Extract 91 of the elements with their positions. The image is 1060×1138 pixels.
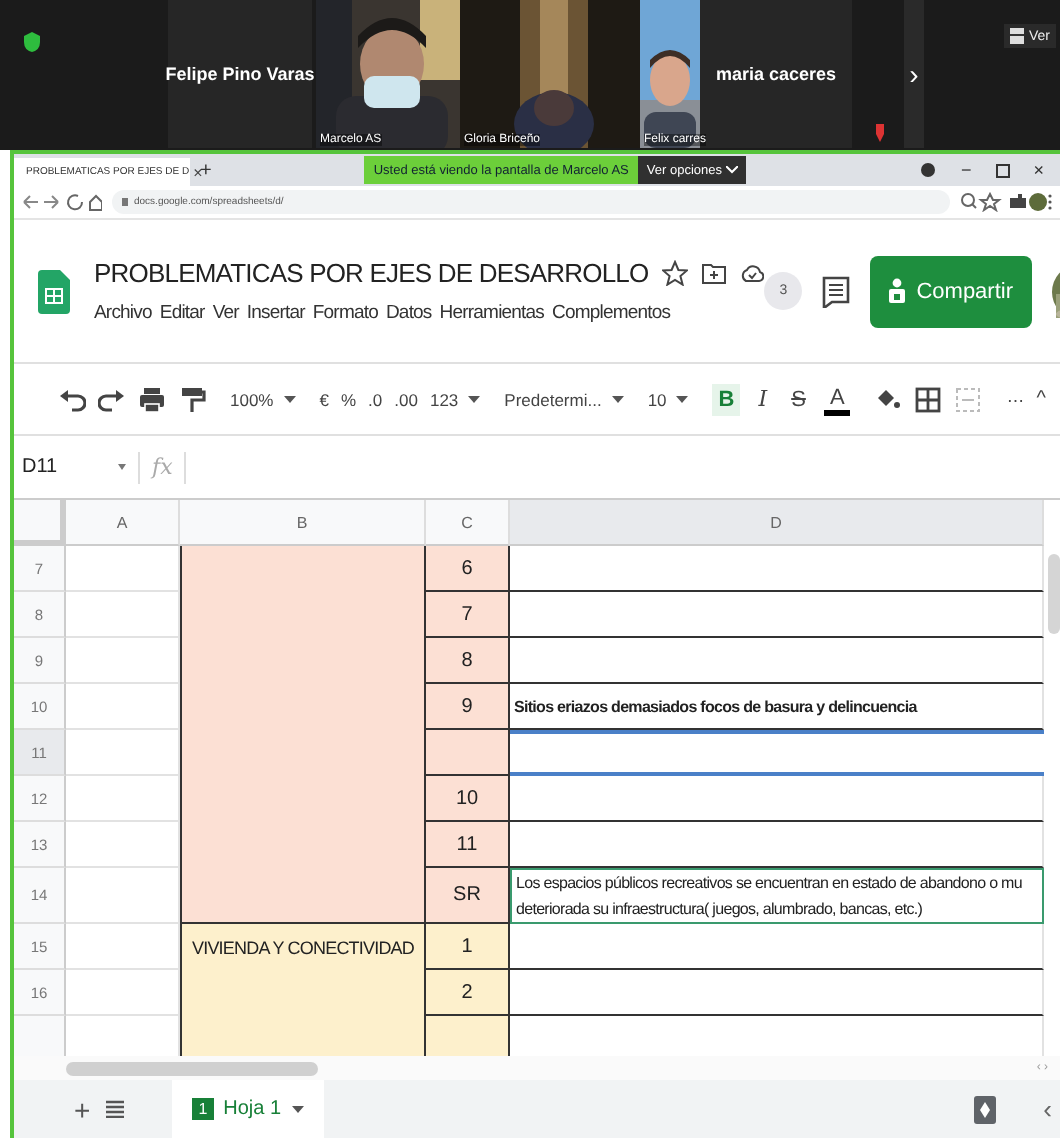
minimize-button[interactable]: − [960,160,972,180]
browser-extension-icons-drawing[interactable] [960,192,1052,212]
document-title[interactable]: PROBLEMATICAS POR EJES DE DESARROLLO [94,258,649,288]
format-button[interactable]: I [752,382,774,416]
merge-cells-icon[interactable] [954,385,983,413]
menu-item[interactable]: Complementos [552,302,671,324]
column-header[interactable]: B [180,500,426,546]
table-cell[interactable]: 8 [426,638,510,684]
menu-item[interactable]: Editar [159,302,205,324]
lock-icon [122,198,128,206]
paint-bucket-icon[interactable] [874,385,903,413]
chevron-down-icon [726,166,738,174]
format-button[interactable]: A [823,382,851,416]
table-cell[interactable] [426,730,510,776]
person-lock-icon [888,278,907,304]
toolbar-button[interactable]: ⋯ [1006,389,1025,409]
scrollbar[interactable] [1048,554,1060,634]
muted-mic-icon [874,124,886,142]
collapse-button[interactable]: ^ [1036,388,1046,410]
participant-name: Felipe Pino Varas [165,64,315,84]
explore-icon[interactable] [973,1095,996,1123]
navigation-icons-drawing[interactable] [22,192,102,212]
table-cell[interactable]: 1 [426,924,510,970]
selected-cell[interactable] [510,730,1044,776]
borders-icon[interactable] [914,385,943,413]
formula-icon: fx [140,454,185,480]
comment-icon[interactable] [822,275,851,307]
caret-icon [611,395,624,403]
table-cell[interactable]: 10 [426,776,510,822]
scrollbar[interactable] [66,1061,318,1075]
menu-item[interactable]: Insertar [246,302,305,324]
sheets-logo[interactable] [38,269,70,313]
table-cell-text: Los espacios públicos recreativos se encuentran en estado de abandono o mu [516,872,1024,896]
table-cell[interactable]: Sitios eriazos demasiados focos de basura y delincuencia [510,684,1044,730]
table-cell[interactable]: 11 [426,822,510,868]
star-icon[interactable] [662,260,689,286]
table-cell[interactable]: 9 [426,684,510,730]
close-button[interactable]: × [1033,160,1044,180]
toolbar-button[interactable]: % [340,389,357,409]
toolbar-button[interactable]: € [319,389,329,409]
toolbar-dropdown[interactable]: 123 [429,389,481,409]
sheet-tab[interactable]: 1 Hoja 1 [172,1080,324,1138]
table-cell[interactable]: 7 [426,592,510,638]
format-button[interactable]: B [712,383,741,415]
caret-icon [468,395,481,403]
shield-icon [24,32,40,52]
paint-roller-icon[interactable] [178,385,206,413]
caret-icon [283,395,296,403]
share-button[interactable]: Compartir [870,255,1032,327]
menu-item[interactable]: Archivo [94,302,152,324]
table-cell[interactable]: 2 [426,970,510,1016]
column-header[interactable]: A [66,500,180,546]
table-cell[interactable]: Los espacios públicos recreativos se encuentran en estado de abandono o mu deteriorada su infraestructura( juegos, alumbrado, bancas, etc.) [510,868,1044,924]
folder-icon[interactable] [702,262,727,284]
sheet-list-icon[interactable] [106,1100,125,1118]
undo-icon[interactable] [58,385,86,413]
table-cell-text: Sitios eriazos demasiados focos de basura y delincuencia [514,695,920,719]
cloud-check-icon [740,262,765,284]
caret-icon [118,464,126,470]
format-button[interactable]: S [785,383,812,415]
menu-item[interactable]: Formato [312,302,378,324]
record-icon [920,162,937,178]
menu-item[interactable]: Herramientas [439,302,545,324]
name-box[interactable]: D11 [14,456,138,478]
caret-icon [676,395,689,403]
toolbar-dropdown[interactable]: Predetermi... [504,389,624,409]
toolbar-button[interactable]: .0 [368,389,383,409]
merged-cell[interactable] [180,546,426,924]
side-panel-toggle[interactable]: ‹ [1043,1094,1052,1124]
merged-cell[interactable]: VIVIENDA Y CONECTIVIDAD [180,924,426,1056]
table-cell[interactable] [426,1016,510,1056]
table-cell-text: deteriorada su infraestructura( juegos, alumbrado, bancas, etc.) [516,898,925,922]
close-tab-button[interactable]: × [193,163,203,181]
column-header[interactable]: C [426,500,510,546]
category-label: VIVIENDA Y CONECTIVIDAD [192,938,414,962]
toolbar-button[interactable]: .00 [394,389,418,409]
maximize-icon[interactable] [995,163,1010,177]
new-tab-button[interactable]: + [200,159,212,181]
caret-icon [291,1105,304,1113]
redo-icon[interactable] [98,385,126,413]
toolbar-dropdown[interactable]: 100% [230,389,296,409]
table-cell[interactable]: 6 [426,546,510,592]
grid-icon [1010,28,1025,44]
participant-name: maria caceres [715,64,837,84]
add-sheet-button[interactable]: + [74,1093,91,1125]
menu-item[interactable]: Ver [212,302,239,324]
toolbar-dropdown[interactable]: 10 [647,389,689,409]
column-header[interactable]: D [510,500,1044,546]
print-icon[interactable] [138,385,166,413]
table-cell[interactable]: SR [426,868,510,924]
menu-item[interactable]: Datos [385,302,432,324]
